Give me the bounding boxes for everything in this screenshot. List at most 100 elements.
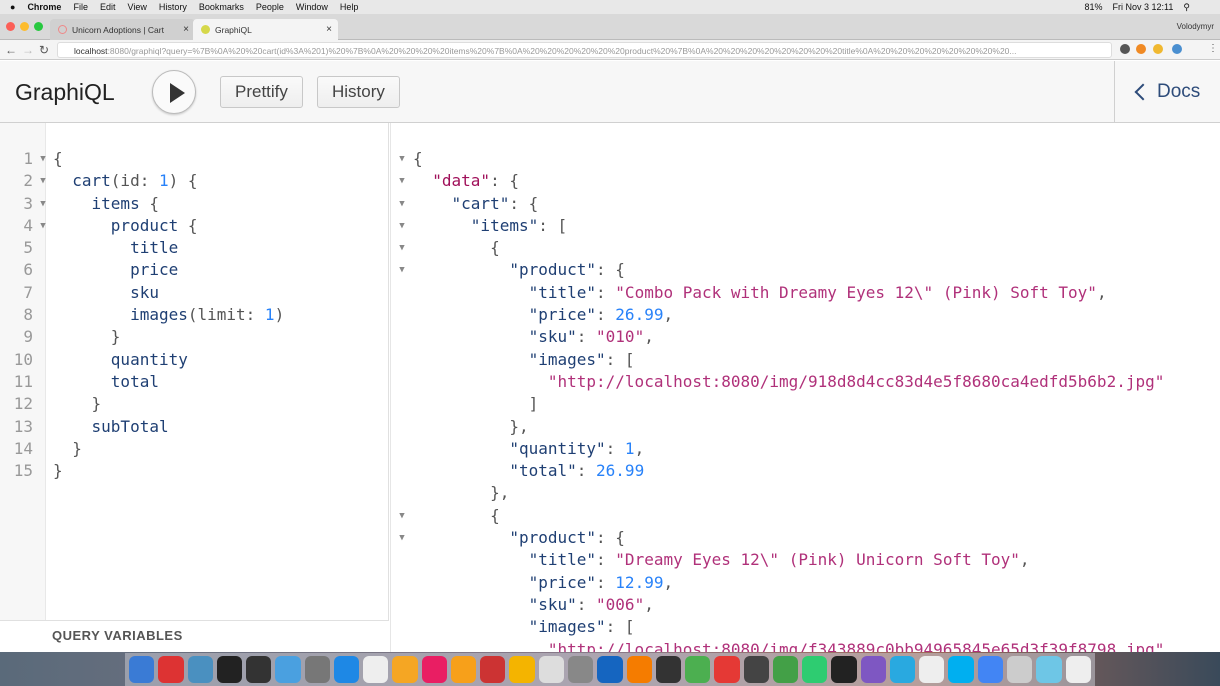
code-line: "http://localhost:8080/img/918d8d4cc83d4… [391, 371, 1165, 393]
minimize-window-button[interactable] [20, 22, 29, 31]
menu-history[interactable]: History [159, 2, 187, 12]
dock-app-icon[interactable] [275, 656, 301, 683]
fold-arrow-icon[interactable]: ▼ [391, 193, 413, 215]
dock-app-icon[interactable] [948, 656, 974, 683]
url-path: :8080/graphiql?query=%7B%0A%20%20cart(id… [107, 46, 1017, 56]
dock-app-icon[interactable] [363, 656, 389, 683]
fold-arrow-icon[interactable]: ▼ [391, 237, 413, 259]
dock-app-icon[interactable] [743, 656, 769, 683]
code-token: : [576, 327, 597, 347]
menu-people[interactable]: People [256, 2, 284, 12]
dock-app-icon[interactable] [1036, 656, 1062, 683]
back-icon[interactable]: ← [5, 43, 17, 57]
dock-app-icon[interactable] [772, 656, 799, 683]
menu-app[interactable]: Chrome [27, 2, 61, 12]
code-token: "quantity" [413, 438, 606, 458]
line-number: 7 [23, 282, 33, 302]
close-tab-icon[interactable]: × [183, 24, 189, 35]
dock-app-icon[interactable] [304, 656, 330, 683]
dock-app-icon[interactable] [450, 656, 477, 683]
code-token: "sku" [413, 594, 577, 614]
dock-app-icon[interactable] [187, 656, 213, 683]
dock-app-icon[interactable] [216, 656, 243, 683]
code-token: , [644, 594, 654, 614]
dock-app-icon[interactable] [802, 656, 828, 683]
fold-arrow-icon[interactable]: ▼ [391, 215, 413, 237]
code-token: "http://localhost:8080/img/918d8d4cc83d4… [413, 371, 1165, 391]
fold-arrow-icon[interactable]: ▼ [33, 215, 53, 237]
prettify-button[interactable]: Prettify [220, 76, 303, 108]
fold-arrow-icon[interactable]: ▼ [33, 193, 53, 215]
dock-app-icon[interactable] [860, 656, 886, 683]
dock-app-icon[interactable] [977, 656, 1003, 683]
menu-edit[interactable]: Edit [100, 2, 116, 12]
dock-app-icon[interactable] [889, 656, 916, 683]
clock[interactable]: Fri Nov 3 12:11 [1113, 2, 1174, 13]
dock-app-icon[interactable] [626, 656, 652, 683]
dock-app-icon[interactable] [597, 656, 623, 683]
menu-file[interactable]: File [73, 2, 88, 12]
extension-icon[interactable] [1153, 44, 1163, 54]
forward-icon[interactable]: → [22, 43, 34, 57]
url-input[interactable]: localhost:8080/graphiql?query=%7B%0A%20%… [57, 42, 1112, 58]
code-line: "sku": "006", [391, 594, 1164, 616]
query-editor[interactable]: 1 ▼{2 ▼ cart(id: 1) {3 ▼ items {4 ▼ product … [0, 123, 389, 652]
fold-arrow-icon[interactable]: ▼ [391, 148, 413, 170]
chrome-menu-icon[interactable]: ⋮ [1208, 43, 1218, 54]
extension-icon[interactable] [1172, 44, 1182, 54]
fold-arrow-icon[interactable]: ▼ [33, 170, 53, 192]
dock-app-icon[interactable] [831, 656, 857, 683]
fold-arrow-icon[interactable]: ▼ [391, 527, 413, 549]
reload-icon[interactable]: ↻ [39, 43, 49, 57]
extension-icon[interactable] [1136, 44, 1146, 54]
fold-arrow-icon[interactable]: ▼ [33, 148, 53, 170]
apple-icon[interactable]: ● [10, 2, 15, 12]
pocket-icon[interactable] [1120, 44, 1130, 54]
execute-query-button[interactable] [152, 70, 196, 114]
code-token: "data" [413, 171, 491, 191]
tab-graphiql[interactable]: GraphiQL × [193, 19, 338, 40]
battery-status[interactable]: 81% [1085, 2, 1103, 13]
profile-name[interactable]: Volodymyr [1177, 22, 1214, 31]
dock-app-icon[interactable] [392, 656, 418, 683]
fold-arrow-icon[interactable]: ▼ [391, 505, 413, 527]
tab-unicorn-adoptions[interactable]: Unicorn Adoptions | Cart × [50, 19, 195, 40]
dock-app-icon[interactable] [480, 656, 506, 683]
dock-app-icon[interactable] [333, 656, 360, 683]
dock-app-icon[interactable] [1065, 656, 1091, 683]
dock-app-icon[interactable] [129, 656, 155, 683]
menu-window[interactable]: Window [296, 2, 328, 12]
dock-app-icon[interactable] [1006, 656, 1033, 683]
close-tab-icon[interactable]: × [326, 24, 332, 35]
fold-arrow-icon[interactable]: ▼ [391, 170, 413, 192]
maximize-window-button[interactable] [34, 22, 43, 31]
history-button[interactable]: History [317, 76, 400, 108]
dock-app-icon[interactable] [567, 656, 594, 683]
dock-app-icon[interactable] [655, 656, 682, 683]
dock-app-icon[interactable] [158, 656, 184, 683]
code-line: 2 ▼ cart(id: 1) { [0, 170, 284, 192]
code-token: 1 [158, 171, 169, 191]
close-window-button[interactable] [6, 22, 15, 31]
menu-view[interactable]: View [127, 2, 146, 12]
code-line: 10 quantity [0, 349, 284, 371]
dock-app-icon[interactable] [246, 656, 272, 683]
menu-help[interactable]: Help [340, 2, 359, 12]
dock-app-icon[interactable] [919, 656, 945, 683]
spotlight-icon[interactable]: ⚲ [1183, 2, 1190, 13]
dock-app-icon[interactable] [538, 656, 564, 683]
dock-app-icon[interactable] [685, 656, 711, 683]
query-variables-header[interactable]: QUERY VARIABLES [0, 620, 389, 652]
dock-app-icon[interactable] [421, 656, 447, 683]
dock-app-icon[interactable] [509, 656, 535, 683]
dock-app-icon[interactable] [714, 656, 740, 683]
query-code[interactable]: 1 ▼{2 ▼ cart(id: 1) {3 ▼ items {4 ▼ product … [0, 148, 284, 482]
menu-bookmarks[interactable]: Bookmarks [199, 2, 244, 12]
code-line: "images": [ [391, 349, 1164, 371]
docs-button[interactable]: Docs [1114, 61, 1220, 123]
fold-arrow-icon[interactable]: ▼ [391, 259, 413, 281]
